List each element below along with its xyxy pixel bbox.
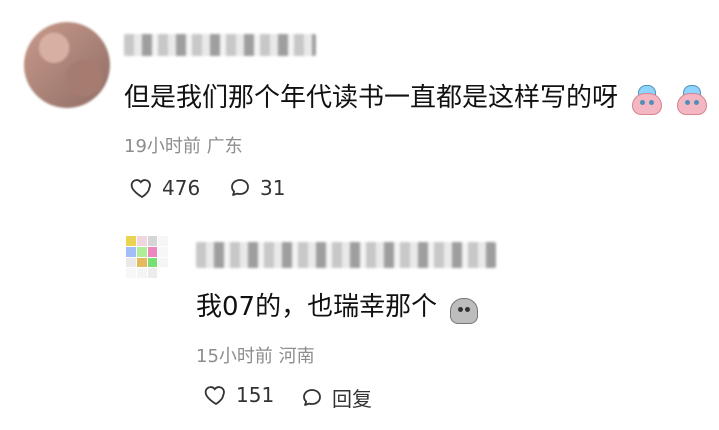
blurred-username[interactable] bbox=[196, 242, 496, 268]
blurred-username[interactable] bbox=[124, 34, 316, 56]
reply-time: 15小时前 bbox=[196, 346, 273, 367]
reply-meta: 15小时前 河南 bbox=[196, 342, 315, 368]
comment-text: 但是我们那个年代读书一直都是这样写的呀 bbox=[124, 77, 707, 115]
reply-button[interactable]: 回复 bbox=[300, 383, 372, 412]
like-button[interactable]: 476 bbox=[130, 176, 200, 200]
avatar[interactable] bbox=[24, 22, 110, 108]
blue-hat-face-emoji bbox=[675, 84, 707, 115]
reply-location: 河南 bbox=[278, 346, 315, 367]
gray-face-emoji bbox=[449, 294, 479, 324]
blue-hat-face-emoji bbox=[630, 84, 663, 115]
comment-time: 19小时前 bbox=[124, 136, 201, 157]
comment-meta: 19小时前 广东 bbox=[124, 132, 243, 158]
heart-icon bbox=[130, 179, 151, 199]
like-count: 151 bbox=[236, 383, 275, 407]
reply-label: 回复 bbox=[332, 387, 372, 411]
comment-bubble-icon bbox=[303, 388, 321, 406]
reply-count: 31 bbox=[260, 176, 286, 200]
comment-bubble-icon bbox=[231, 179, 249, 196]
reply-text: 我07的，也瑞幸那个 bbox=[196, 286, 479, 324]
comment-location: 广东 bbox=[206, 136, 243, 157]
reply-button[interactable]: 31 bbox=[228, 176, 285, 200]
reply-message: 我07的，也瑞幸那个 bbox=[196, 292, 438, 322]
like-button[interactable]: 151 bbox=[204, 383, 274, 407]
heart-icon bbox=[204, 386, 225, 406]
comment-message: 但是我们那个年代读书一直都是这样写的呀 bbox=[124, 83, 619, 113]
avatar[interactable] bbox=[126, 236, 168, 278]
like-count: 476 bbox=[162, 176, 201, 200]
